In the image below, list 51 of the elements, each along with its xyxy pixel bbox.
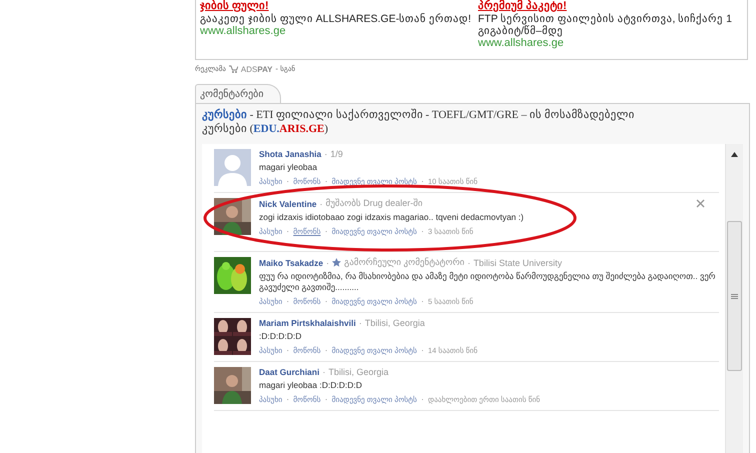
separator: · <box>286 345 290 355</box>
separator: · <box>420 345 424 355</box>
comment-text: ფუუ რა იდიოტიზმია, რა მსახიობებია და ამაზე მეტი იდიოტობა წარმოუდგენელია თუ შეიძლება გადაიღოთ.. ვერ გავუძელი გავთიშე.......... <box>259 271 716 293</box>
promo-text: კურსები - ETI ფილიალი საქართველოში - TOEFL/GMT/GRE – ის მოსამზადებელი კურსები (EDU.ARIS.GE) <box>202 108 636 136</box>
author-meta: Tbilisi, Georgia <box>364 318 425 328</box>
separator: · <box>320 198 323 208</box>
separator: · <box>467 258 470 268</box>
close-button[interactable] <box>696 199 705 208</box>
separator: · <box>286 176 290 186</box>
featured-label: გამორჩეული კომენტატორი <box>344 257 464 268</box>
comment-text: zogi idzaxis idiotobaao zogi idzaxis magariao.. tqveni dedacmovtyan :) <box>259 212 525 223</box>
separator: · <box>324 394 328 404</box>
author-name[interactable]: Nick Valentine <box>259 198 317 208</box>
ad-url[interactable]: www.allshares.ge <box>478 37 743 49</box>
separator: · <box>358 318 362 328</box>
scroll-up-icon[interactable] <box>731 152 738 157</box>
adspay-logo[interactable]: ADSPAY <box>240 64 272 74</box>
ad-url[interactable]: www.allshares.ge <box>200 25 478 37</box>
separator: · <box>286 394 290 404</box>
author-name[interactable]: Daat Gurchiani <box>259 367 320 377</box>
scroll-thumb[interactable] <box>727 221 742 371</box>
separator: · <box>324 345 328 355</box>
author-name[interactable]: Shota Janashia <box>259 149 322 159</box>
separator: · <box>326 258 330 268</box>
comment-text: magari yleobaa :D:D:D:D:D <box>259 380 363 391</box>
separator: · <box>420 226 424 236</box>
author-meta: Tbilisi, Georgia <box>328 367 388 377</box>
separator: · <box>286 296 290 306</box>
scrollbar[interactable] <box>725 144 743 453</box>
comments-tab[interactable]: კომენტარები <box>195 84 281 103</box>
author-name[interactable]: Mariam Pirtskhalaishvili <box>259 318 356 328</box>
ad-text: გააკეთე ჯიბის ფული ALLSHARES.GE-სთან ერთად! <box>200 13 472 25</box>
separator: · <box>420 296 424 306</box>
comment-text: :D:D:D:D:D <box>259 331 302 342</box>
default-avatar-icon <box>214 149 251 186</box>
ad-text: FTP სერვისით ფაილების ატვირთვა, სიჩქარე 1 გიგაბიტ/წმ–მდე <box>478 13 733 37</box>
comment-text: magari yleobaa <box>259 162 318 173</box>
separator: · <box>324 149 328 159</box>
separator: · <box>324 176 328 186</box>
cart-icon <box>228 65 238 73</box>
separator: · <box>286 226 290 236</box>
separator: · <box>324 226 328 236</box>
separator: · <box>322 367 326 377</box>
author-name[interactable]: Maiko Tsakadze <box>259 258 324 268</box>
author-meta: მუშაობს Drug dealer-ში <box>326 198 423 209</box>
separator: · <box>420 176 424 186</box>
grip-icon <box>731 294 738 298</box>
separator: · <box>420 394 424 404</box>
separator: · <box>324 296 328 306</box>
author-meta: 1/9 <box>330 149 343 159</box>
author-meta: Tbilisi State University <box>473 258 562 268</box>
